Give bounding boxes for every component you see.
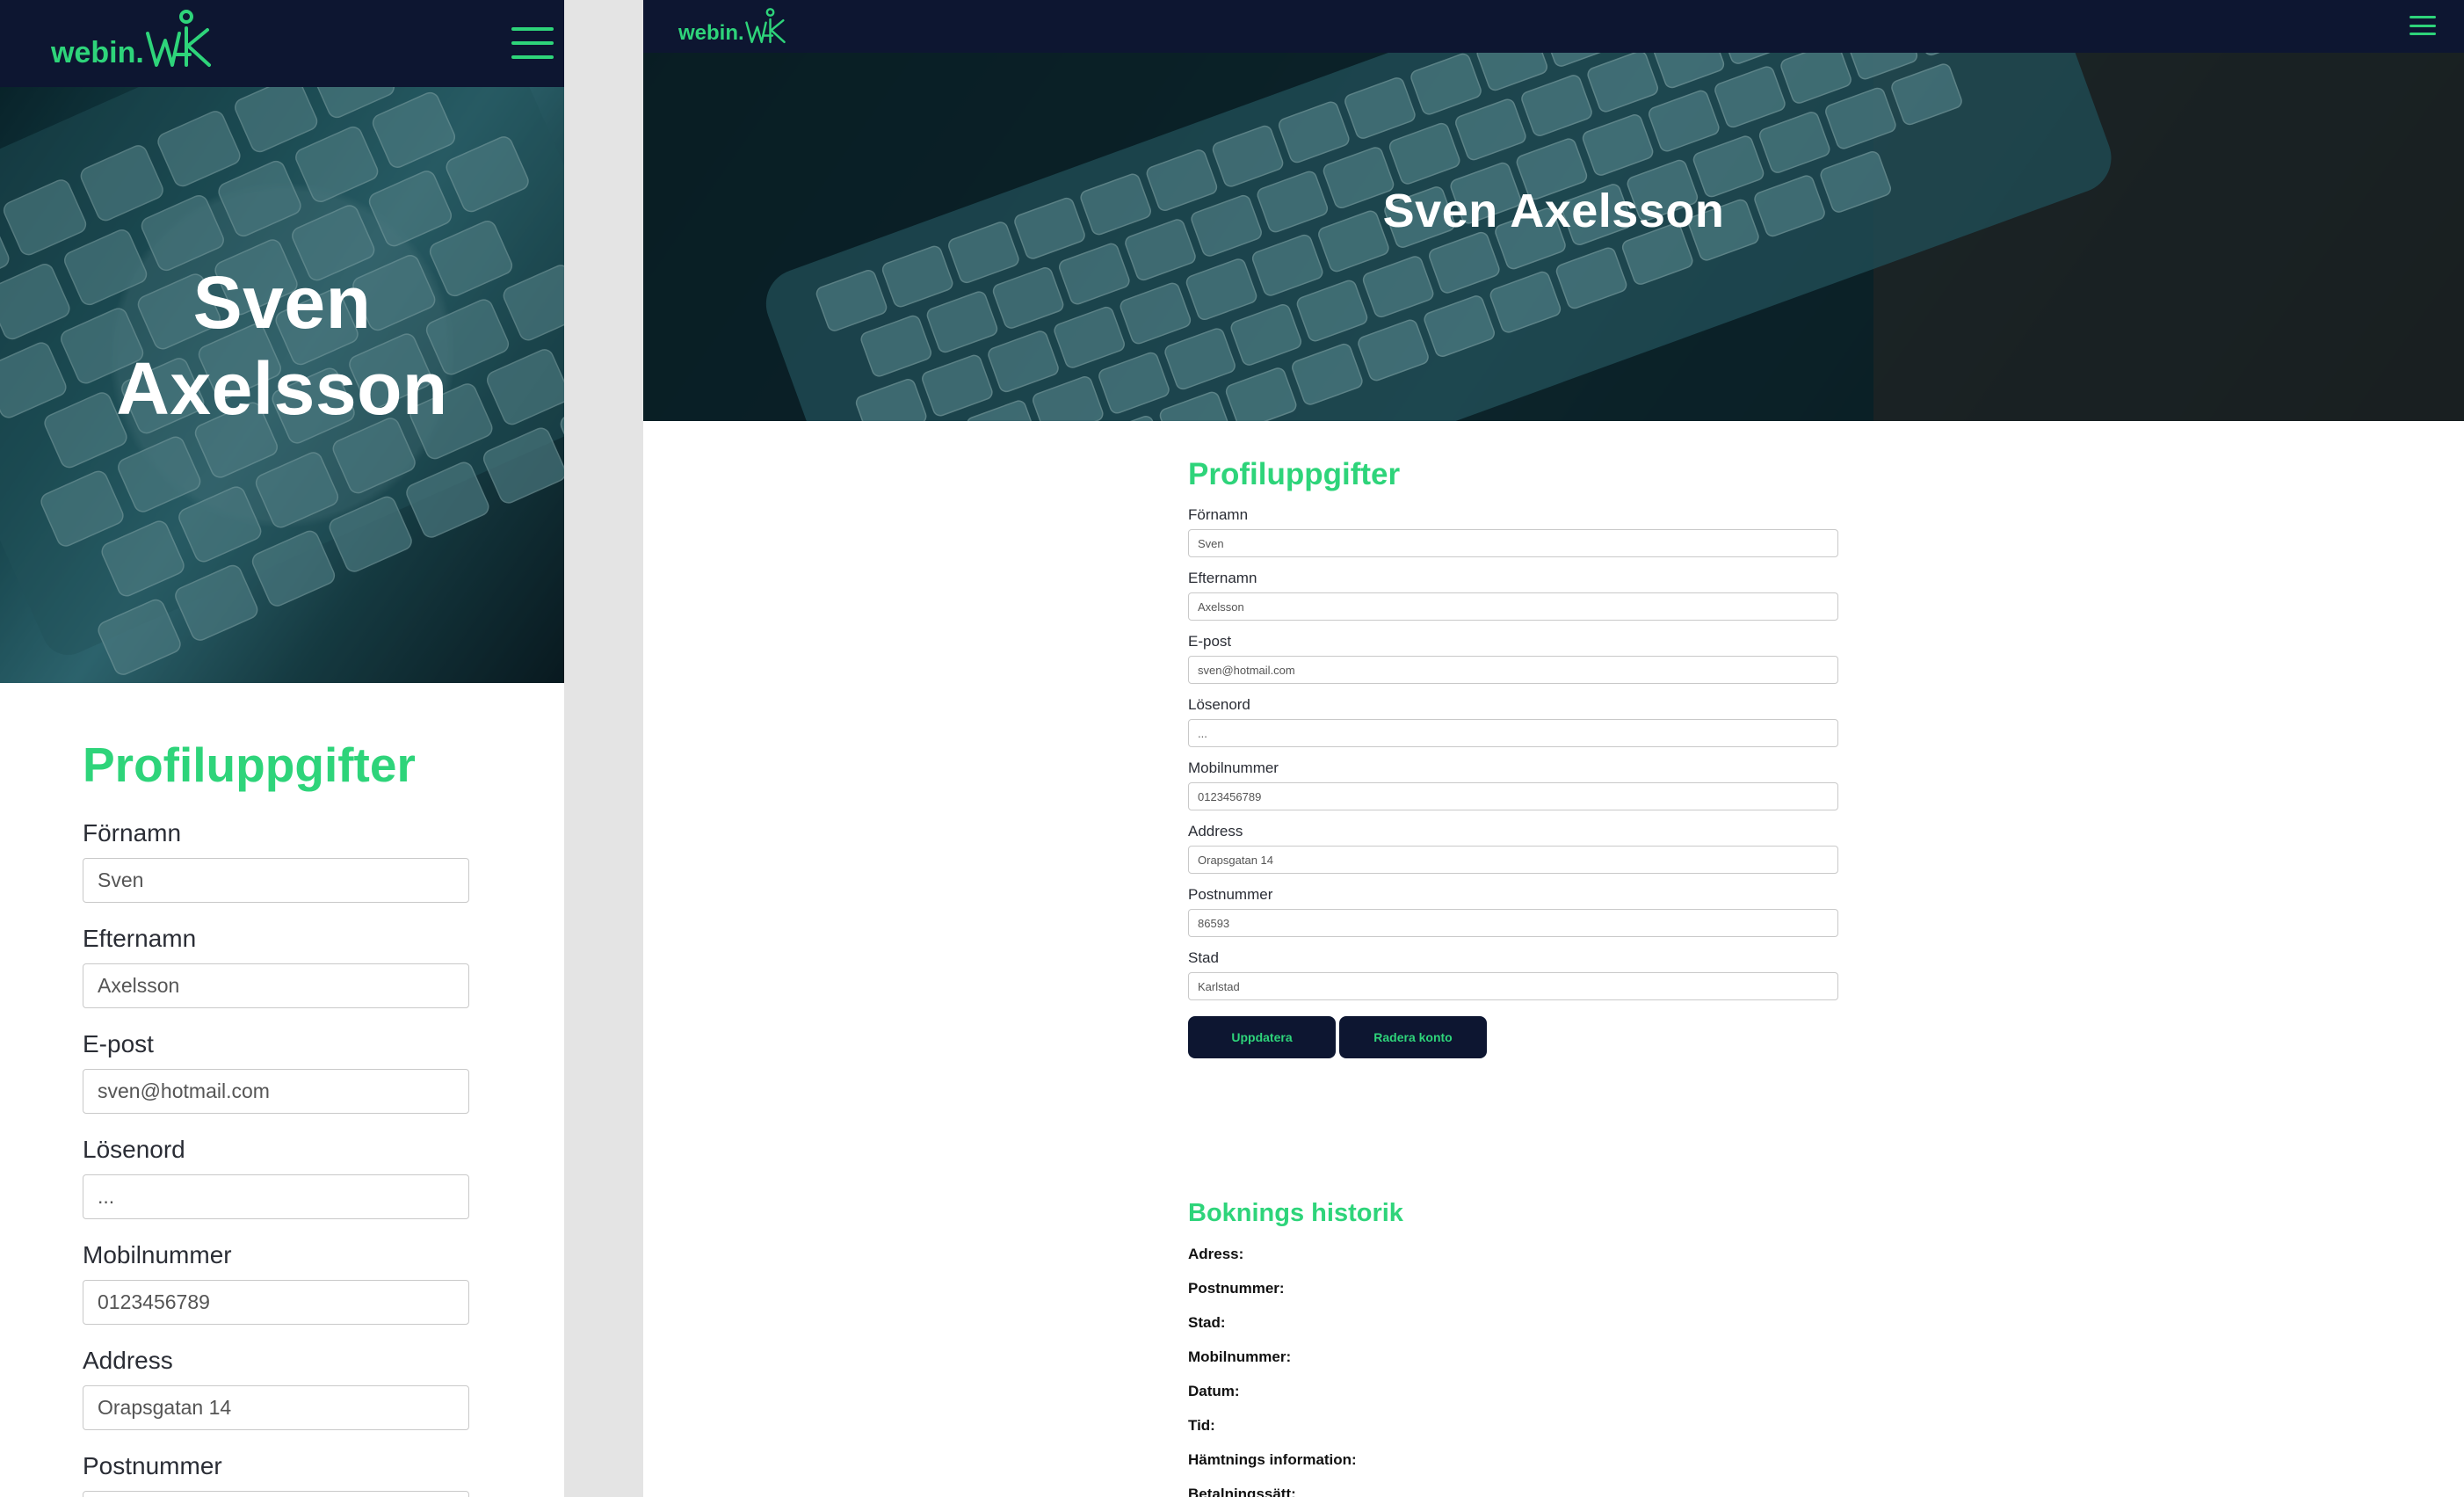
update-button[interactable]: Uppdatera xyxy=(1188,1016,1336,1058)
webin-logo-icon xyxy=(744,8,786,44)
desktop-navbar: webin. xyxy=(643,0,2464,53)
mobile-logo[interactable]: webin. xyxy=(51,9,213,70)
history-row-time: Tid: xyxy=(1188,1417,1215,1434)
mobile-profile-form: Profiluppgifter Förnamn Efternamn E-post… xyxy=(83,737,469,1497)
password-label: Lösenord xyxy=(83,1136,185,1163)
logo-text: webin. xyxy=(51,36,144,69)
webin-logo-icon xyxy=(145,10,211,67)
email-input[interactable] xyxy=(83,1069,469,1114)
profile-name-heading: Sven Axelsson xyxy=(1382,185,1725,237)
history-row-city: Stad: xyxy=(1188,1314,1226,1331)
desktop-view: webin. Sven Axelsson Profiluppgifter För… xyxy=(643,0,2464,1497)
booking-history-title: Boknings historik xyxy=(1188,1199,1403,1227)
password-label: Lösenord xyxy=(1188,696,1250,713)
history-row-pickup-info: Hämtnings information: xyxy=(1188,1451,1357,1468)
lastname-input[interactable] xyxy=(83,963,469,1008)
phone-label: Mobilnummer xyxy=(1188,759,1279,776)
city-input[interactable] xyxy=(1188,972,1838,1000)
history-row-payment-method: Betalningssätt: xyxy=(1188,1486,1296,1497)
address-label: Address xyxy=(1188,823,1243,839)
mobile-view: webin. Sven Axelsson Profiluppgifter För… xyxy=(0,0,564,1497)
address-label: Address xyxy=(83,1347,173,1374)
firstname-input[interactable] xyxy=(83,858,469,903)
lastname-label: Efternamn xyxy=(83,925,197,952)
hamburger-menu-icon[interactable] xyxy=(511,27,554,59)
phone-input[interactable] xyxy=(1188,782,1838,810)
form-actions: Uppdatera Radera konto xyxy=(1188,1016,1838,1058)
profile-last-name: Axelsson xyxy=(116,347,448,430)
profile-name-heading: Sven Axelsson xyxy=(35,259,529,432)
phone-label: Mobilnummer xyxy=(83,1241,232,1268)
history-row-postcode: Postnummer: xyxy=(1188,1280,1285,1297)
booking-history: Boknings historik Adress: Postnummer: St… xyxy=(1188,1199,1838,1497)
password-input[interactable] xyxy=(83,1174,469,1219)
profile-section-title: Profiluppgifter xyxy=(83,738,416,792)
desktop-hero-banner: Sven Axelsson xyxy=(643,53,2464,421)
email-input[interactable] xyxy=(1188,656,1838,684)
phone-input[interactable] xyxy=(83,1280,469,1325)
mobile-hero-banner: Sven Axelsson xyxy=(0,87,564,683)
desktop-profile-form: Profiluppgifter Förnamn Efternamn E-post… xyxy=(1188,457,1838,1058)
profile-first-name: Sven xyxy=(192,261,372,344)
delete-account-button[interactable]: Radera konto xyxy=(1339,1016,1487,1058)
profile-section-title: Profiluppgifter xyxy=(1188,457,1401,491)
address-input[interactable] xyxy=(1188,846,1838,874)
lastname-label: Efternamn xyxy=(1188,570,1257,586)
password-input[interactable] xyxy=(1188,719,1838,747)
history-row-date: Datum: xyxy=(1188,1383,1240,1399)
email-label: E-post xyxy=(1188,633,1232,650)
firstname-label: Förnamn xyxy=(1188,506,1249,523)
postcode-input[interactable] xyxy=(1188,909,1838,937)
lastname-input[interactable] xyxy=(1188,592,1838,621)
hamburger-menu-icon[interactable] xyxy=(2410,16,2436,35)
postcode-label: Postnummer xyxy=(1188,886,1273,903)
postcode-input[interactable] xyxy=(83,1491,469,1497)
city-label: Stad xyxy=(1188,949,1219,966)
address-input[interactable] xyxy=(83,1385,469,1430)
logo-text: webin. xyxy=(678,21,744,45)
firstname-input[interactable] xyxy=(1188,529,1838,557)
email-label: E-post xyxy=(83,1030,154,1057)
mobile-navbar: webin. xyxy=(0,0,564,87)
history-row-address: Adress: xyxy=(1188,1246,1244,1262)
history-row-phone: Mobilnummer: xyxy=(1188,1348,1292,1365)
firstname-label: Förnamn xyxy=(83,819,182,847)
postcode-label: Postnummer xyxy=(83,1452,222,1479)
desktop-logo[interactable]: webin. xyxy=(678,4,786,46)
